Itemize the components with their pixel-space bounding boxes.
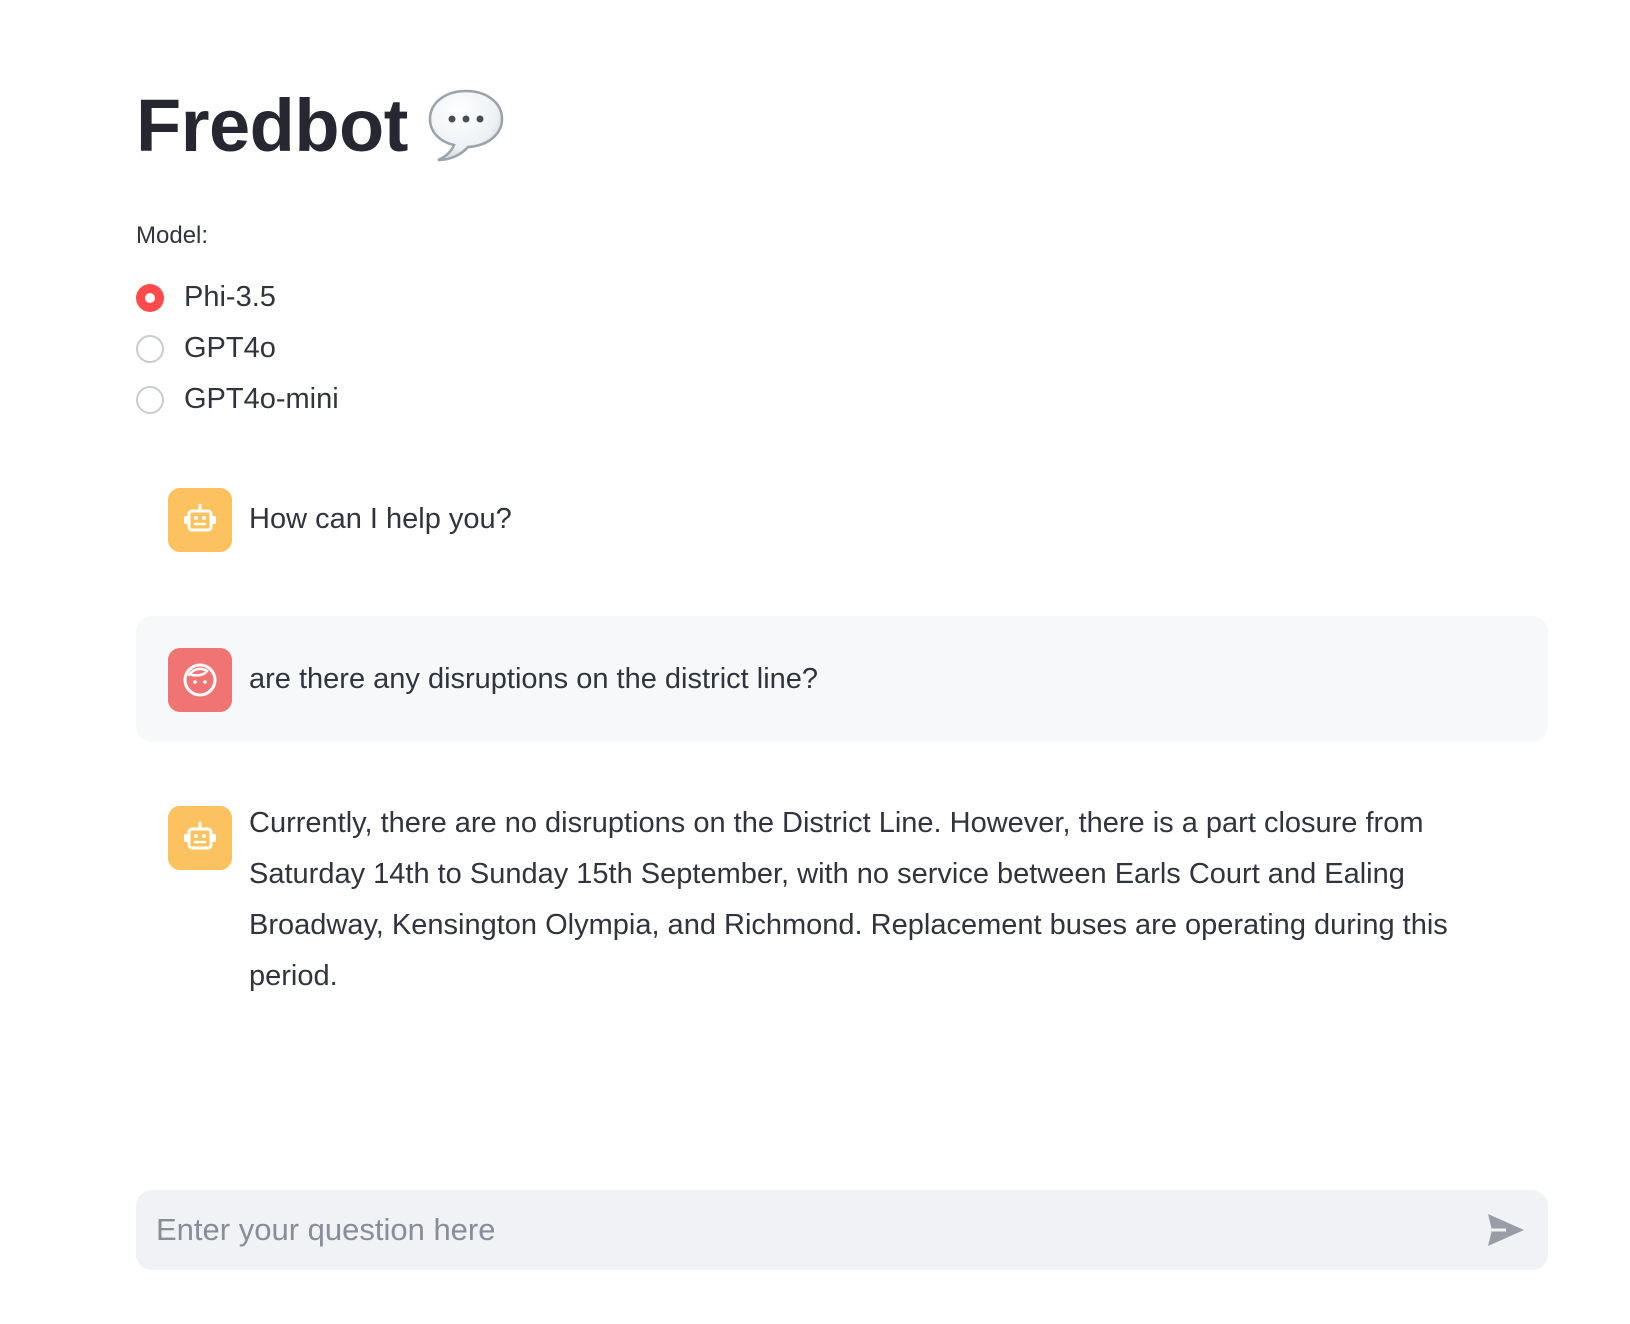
question-input[interactable] xyxy=(154,1211,1482,1249)
app-page: Fredbot Model: Phi-3.5 GPT4o GPT4o-mini … xyxy=(0,0,1630,1324)
radio-label: GPT4o-mini xyxy=(184,383,339,415)
radio-option-phi-3-5[interactable]: Phi-3.5 xyxy=(136,272,339,323)
radio-label: GPT4o xyxy=(184,332,276,364)
title-row: Fredbot xyxy=(136,88,506,164)
radio-option-gpt4o[interactable]: GPT4o xyxy=(136,323,339,374)
user-face-icon xyxy=(168,648,232,712)
radio-option-gpt4o-mini[interactable]: GPT4o-mini xyxy=(136,374,339,425)
message-text: Currently, there are no disruptions on t… xyxy=(249,807,1448,992)
chat-input-bar xyxy=(136,1190,1548,1270)
radio-button[interactable] xyxy=(136,385,164,414)
radio-button-selected[interactable] xyxy=(136,283,164,312)
page-title: Fredbot xyxy=(136,84,408,167)
model-label: Model: xyxy=(136,222,209,249)
chat-message-user: are there any disruptions on the distric… xyxy=(136,616,1548,742)
robot-icon xyxy=(168,488,232,552)
speech-bubble-icon xyxy=(426,88,506,164)
chat-message-assistant: Currently, there are no disruptions on t… xyxy=(136,806,1548,1002)
message-text: are there any disruptions on the distric… xyxy=(249,663,819,695)
chat-message-assistant: How can I help you? xyxy=(136,488,1548,552)
radio-button[interactable] xyxy=(136,334,164,363)
message-text: How can I help you? xyxy=(249,503,512,535)
send-icon xyxy=(1488,1214,1524,1246)
send-button[interactable] xyxy=(1482,1206,1530,1254)
robot-icon xyxy=(168,806,232,870)
radio-label: Phi-3.5 xyxy=(184,281,276,313)
model-radio-group: Phi-3.5 GPT4o GPT4o-mini xyxy=(136,272,339,425)
